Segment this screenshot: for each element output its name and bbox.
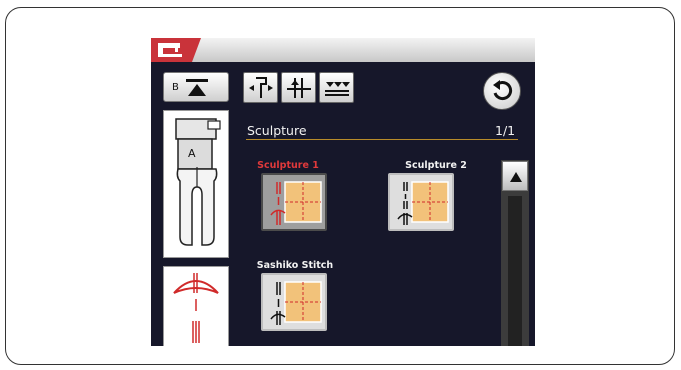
lcd-screen: B A Sculpture 1/1 Sculpture 1 Sculpture … — [151, 38, 535, 346]
needle-up-down-icon — [287, 78, 311, 98]
stitch-preview-icon — [173, 273, 219, 343]
presser-foot-display: A — [163, 110, 229, 258]
sculpture-stitch-icon — [397, 181, 449, 225]
scroll-up-button[interactable] — [502, 161, 528, 191]
machine-tab[interactable] — [151, 38, 201, 62]
needle-up-down-button[interactable] — [281, 72, 316, 103]
back-arrow-icon — [493, 80, 513, 100]
stitch-preview — [163, 266, 229, 346]
pattern-label-sculpture-1: Sculpture 1 — [257, 160, 319, 171]
needle-position-icon — [249, 77, 273, 98]
pattern-label-sashiko-stitch: Sashiko Stitch — [256, 260, 334, 271]
pattern-button-sculpture-1[interactable] — [261, 173, 327, 231]
foot-code-text: A — [188, 147, 196, 160]
feed-dog-button[interactable] — [319, 72, 354, 103]
section-divider — [246, 139, 518, 140]
pattern-button-sashiko-stitch[interactable] — [261, 273, 327, 331]
pattern-button-sculpture-2[interactable] — [388, 173, 454, 231]
pattern-label-sculpture-2: Sculpture 2 — [405, 160, 467, 171]
scrollbar-thumb[interactable] — [508, 196, 522, 346]
presser-foot-button[interactable]: B — [163, 72, 229, 102]
presser-foot-lift-icon — [186, 79, 208, 96]
title-bar — [151, 38, 535, 62]
feed-dog-icon — [325, 82, 350, 96]
scroll-up-icon — [510, 172, 522, 182]
sewing-machine-icon — [158, 43, 182, 57]
presser-foot-icon: A — [175, 118, 221, 246]
section-page-indicator: 1/1 — [495, 123, 516, 138]
sashiko-stitch-icon — [270, 281, 322, 325]
sculpture-stitch-icon — [270, 181, 322, 225]
needle-position-button[interactable] — [243, 72, 278, 103]
back-button[interactable] — [483, 72, 521, 110]
foot-button-label: B — [172, 82, 179, 93]
section-title: Sculpture — [247, 123, 307, 138]
sidebar: B A — [163, 72, 231, 346]
